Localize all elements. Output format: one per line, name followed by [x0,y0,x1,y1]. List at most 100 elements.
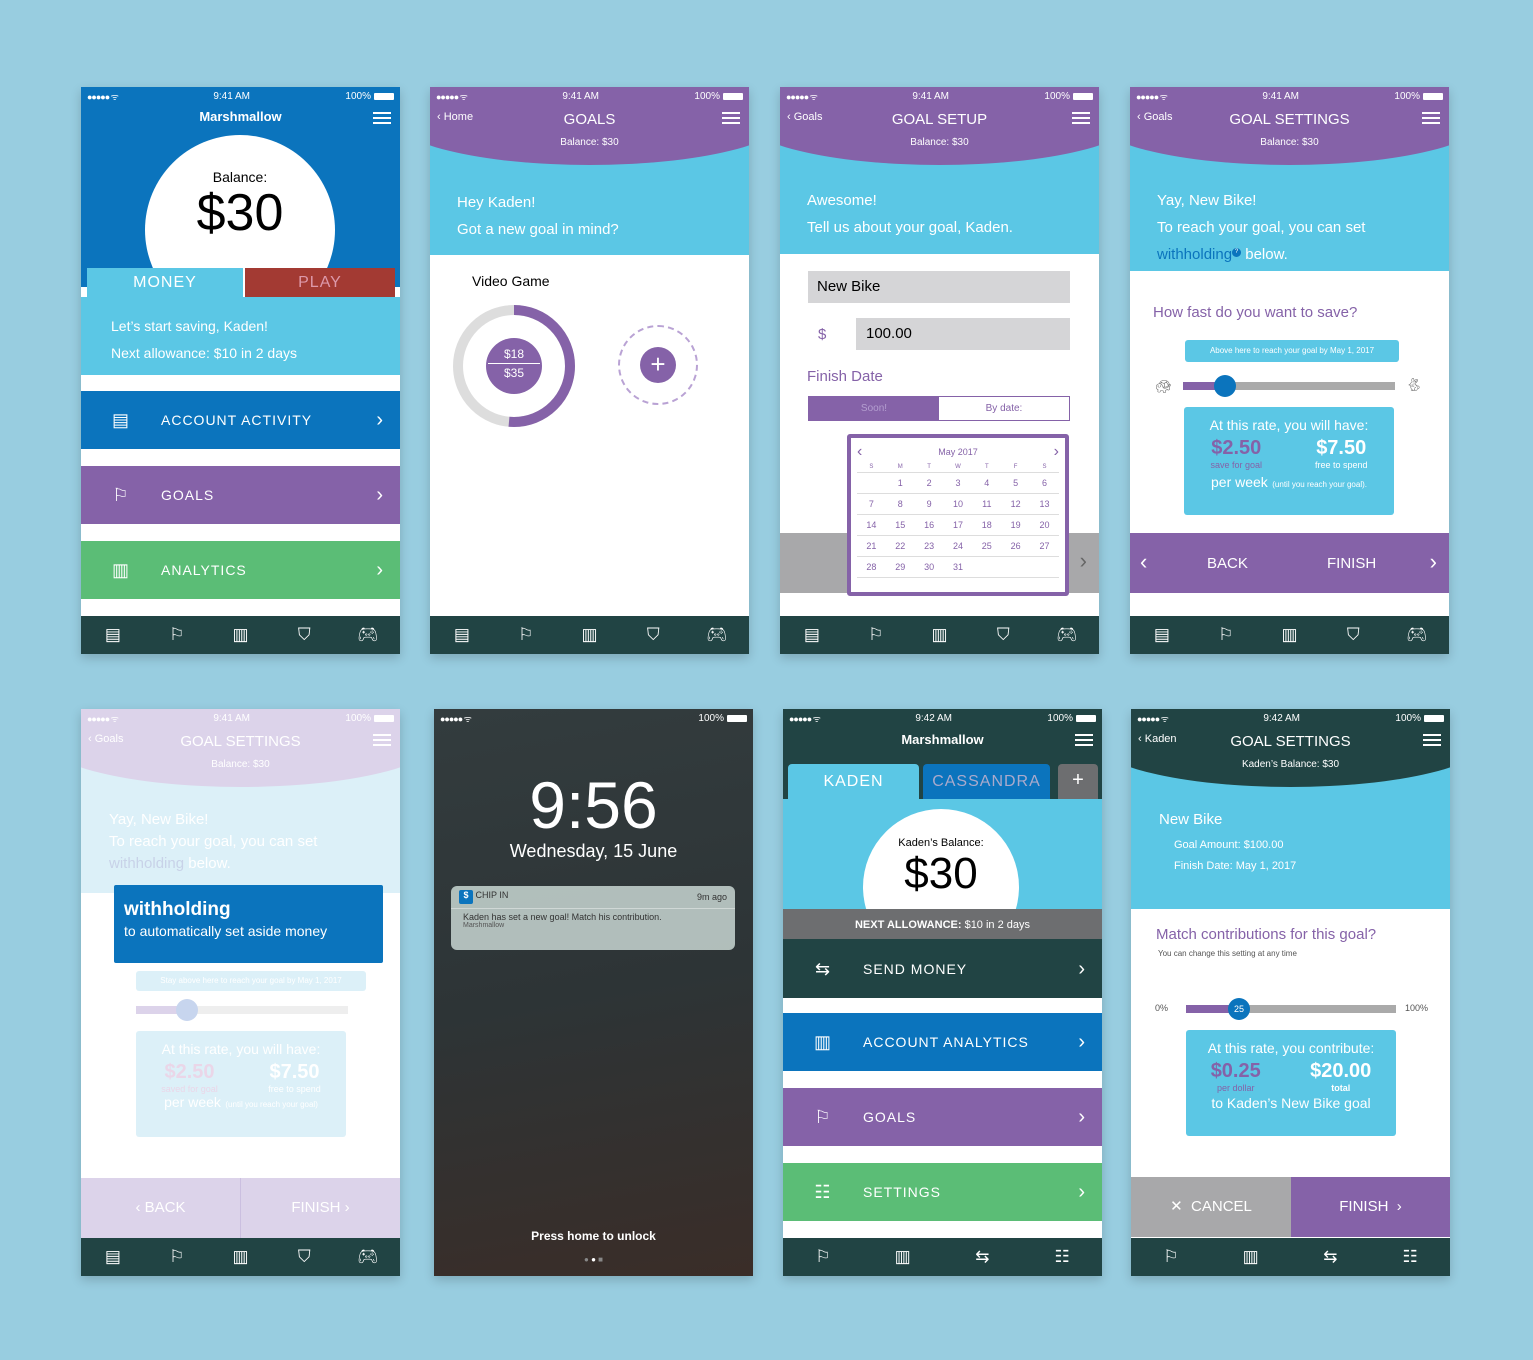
withholding-link[interactable]: withholding [1157,246,1232,263]
gamepad-icon[interactable]: 🎮︎ [1402,625,1432,645]
gamepad-icon[interactable]: 🎮︎ [353,625,383,645]
calendar-day[interactable]: 17 [943,514,973,536]
calendar-day[interactable]: 31 [943,556,973,578]
notification-card[interactable]: $ CHIP IN 9m ago Kaden has set a new goal… [451,886,735,950]
menu-account-analytics[interactable]: ▥ ACCOUNT ANALYTICS › [783,1013,1102,1071]
calendar-day[interactable]: 29 [885,556,915,578]
flag-icon[interactable]: ⚐ [162,1247,192,1267]
calendar-day[interactable]: 3 [943,472,973,494]
gamepad-icon[interactable]: 🎮︎ [1052,625,1082,645]
next-month-button[interactable]: › [1054,443,1059,461]
bar-chart-icon[interactable]: ▥ [574,625,604,645]
calendar-day[interactable]: 27 [1030,535,1059,557]
option-soon[interactable]: Soon! [809,397,939,420]
receipt-icon[interactable]: ▤ [1147,625,1177,645]
calendar-day[interactable]: 13 [1030,493,1059,515]
receipt-icon[interactable]: ▤ [447,625,477,645]
gamepad-icon[interactable]: 🎮︎ [353,1247,383,1267]
savings-speed-slider[interactable] [1183,375,1395,397]
hamburger-menu-icon[interactable] [373,112,391,124]
tab-play[interactable]: PLAY [245,268,395,297]
slider-knob[interactable]: 25 [1228,998,1250,1020]
bar-chart-icon[interactable]: ▥ [225,625,255,645]
flag-icon[interactable]: ⚐ [511,625,541,645]
flag-icon[interactable]: ⚐ [162,625,192,645]
badge-icon[interactable]: ⛉ [638,625,668,645]
menu-settings[interactable]: ☷ SETTINGS › [783,1163,1102,1221]
hamburger-menu-icon[interactable] [1072,112,1090,124]
back-button[interactable]: ‹ BACK [81,1178,241,1238]
flag-icon[interactable]: ⚐ [861,625,891,645]
goal-name-input[interactable]: New Bike [808,271,1070,303]
hamburger-menu-icon[interactable] [373,734,391,746]
calendar-day[interactable]: 22 [885,535,915,557]
send-money-icon[interactable]: ⇆ [1315,1247,1345,1267]
calendar-day[interactable]: 7 [857,493,886,515]
calendar-day[interactable]: 26 [1001,535,1031,557]
calendar-day[interactable]: 5 [1001,472,1031,494]
calendar-day[interactable]: 6 [1030,472,1059,494]
calendar-day[interactable]: 25 [972,535,1002,557]
menu-goals[interactable]: ⚐ GOALS › [81,466,400,524]
cancel-button[interactable]: ✕ CANCEL [1131,1177,1291,1237]
hamburger-menu-icon[interactable] [1423,734,1441,746]
bar-chart-icon[interactable]: ▥ [888,1247,918,1267]
goal-amount-input[interactable]: 100.00 [856,318,1070,350]
calendar-day[interactable]: 9 [914,493,944,515]
add-child-button[interactable]: + [1058,764,1098,799]
sliders-icon[interactable]: ☷ [1047,1247,1077,1267]
calendar-day[interactable]: 18 [972,514,1002,536]
flag-icon[interactable]: ⚐ [808,1247,838,1267]
menu-account-activity[interactable]: ▤ ACCOUNT ACTIVITY › [81,391,400,449]
calendar-day[interactable]: 19 [1001,514,1031,536]
badge-icon[interactable]: ⛉ [289,625,319,645]
calendar-day[interactable]: 24 [943,535,973,557]
receipt-icon[interactable]: ▤ [98,625,128,645]
receipt-icon[interactable]: ▤ [797,625,827,645]
bar-chart-icon[interactable]: ▥ [225,1247,255,1267]
bar-chart-icon[interactable]: ▥ [924,625,954,645]
menu-analytics[interactable]: ▥ ANALYTICS › [81,541,400,599]
finish-button[interactable]: FINISH › [241,1178,400,1238]
calendar-day[interactable]: 23 [914,535,944,557]
receipt-icon[interactable]: ▤ [98,1247,128,1267]
calendar-day[interactable]: 16 [914,514,944,536]
calendar-day[interactable]: 21 [857,535,886,557]
badge-icon[interactable]: ⛉ [1338,625,1368,645]
slider-knob[interactable] [1214,375,1237,397]
sliders-icon[interactable]: ☷ [1395,1247,1425,1267]
badge-icon[interactable]: ⛉ [289,1247,319,1267]
calendar-day[interactable]: 4 [972,472,1002,494]
finish-button[interactable]: FINISH [1327,555,1376,572]
calendar-day[interactable]: 12 [1001,493,1031,515]
gamepad-icon[interactable]: 🎮︎ [702,625,732,645]
hamburger-menu-icon[interactable] [722,112,740,124]
flag-icon[interactable]: ⚐ [1211,625,1241,645]
send-money-icon[interactable]: ⇆ [967,1247,997,1267]
badge-icon[interactable]: ⛉ [988,625,1018,645]
calendar-day[interactable]: 2 [914,472,944,494]
prev-month-button[interactable]: ‹ [857,443,862,461]
chevron-right-icon[interactable]: › [1430,549,1437,575]
calendar-day[interactable]: 28 [857,556,886,578]
chevron-left-icon[interactable]: ‹ [1140,549,1147,575]
back-button[interactable]: BACK [1207,555,1248,572]
calendar-day[interactable]: 20 [1030,514,1059,536]
finish-button[interactable]: FINISH › [1291,1177,1450,1237]
calendar-day[interactable]: 1 [885,472,915,494]
calendar-day[interactable]: 14 [857,514,886,536]
hamburger-menu-icon[interactable] [1075,734,1093,746]
hamburger-menu-icon[interactable] [1422,112,1440,124]
bar-chart-icon[interactable]: ▥ [1274,625,1304,645]
add-goal-button[interactable]: + [618,325,698,405]
tab-cassandra[interactable]: CASSANDRA [923,764,1050,799]
menu-goals[interactable]: ⚐ GOALS › [783,1088,1102,1146]
calendar-day[interactable]: 8 [885,493,915,515]
help-icon[interactable]: ? [1232,248,1242,257]
menu-send-money[interactable]: ⇆ SEND MONEY › [783,940,1102,998]
calendar-day[interactable]: 30 [914,556,944,578]
bar-chart-icon[interactable]: ▥ [1236,1247,1266,1267]
tab-money[interactable]: MONEY [87,268,243,297]
option-by-date[interactable]: By date: [939,397,1069,420]
tab-kaden[interactable]: KADEN [788,764,919,799]
